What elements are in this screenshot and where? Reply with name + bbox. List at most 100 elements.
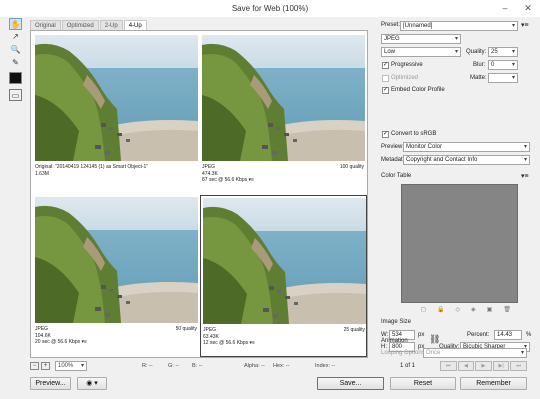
preview-pane-optimized-1[interactable]: JPEG 474.3K 87 sec @ 56.6 Kbps ▾≡ 100 quali… [200, 33, 367, 195]
download-time-text: 12 sec @ 56.6 Kbps [203, 340, 249, 346]
minimize-icon[interactable]: – [499, 3, 511, 13]
play-icon[interactable]: ▶ [475, 361, 492, 371]
preview-download-time: 20 sec @ 56.6 Kbps ▾≡ [35, 339, 198, 346]
new-color-icon[interactable]: ▣ [487, 306, 493, 314]
preview-pane-optimized-2[interactable]: JPEG 104.6K 20 sec @ 56.6 Kbps ▾≡ 50 qualit… [33, 195, 200, 357]
tab-original[interactable]: Original [30, 20, 61, 30]
preview-quality: 50 quality [175, 326, 197, 332]
eyedropper-icon[interactable]: ✎ [9, 57, 22, 69]
matte-select[interactable] [488, 73, 518, 83]
red-readout: R: -- [142, 363, 153, 369]
preview-download-time: 87 sec @ 56.6 Kbps ▾≡ [202, 177, 365, 184]
tab-2up[interactable]: 2-Up [99, 20, 123, 30]
preview-canvas: Original: "20140419 124145 (1) as Smart … [30, 30, 368, 358]
prev-frame-icon[interactable]: ◀ [457, 361, 475, 371]
preview-image [35, 35, 198, 161]
percent-unit: % [526, 332, 532, 338]
view-tabs: Original Optimized 2-Up 4-Up [30, 20, 148, 30]
browser-select-button[interactable]: ◉ ▾ [77, 377, 107, 390]
optimized-checkbox[interactable] [382, 75, 389, 82]
download-menu-icon[interactable]: ▾≡ [80, 339, 86, 345]
window-title: Save for Web (100%) [0, 0, 540, 17]
zoom-in-button[interactable]: + [41, 362, 50, 370]
width-unit: px [418, 332, 425, 338]
preview-quality: 100 quality [339, 164, 364, 170]
download-time-text: 20 sec @ 56.6 Kbps [35, 339, 81, 345]
format-select[interactable]: JPEG [381, 34, 461, 44]
download-menu-icon[interactable]: ▾≡ [248, 340, 254, 346]
blur-label: Blur: [473, 62, 486, 68]
preset-label: Preset: [381, 22, 401, 28]
lock-color-icon[interactable]: 🔒 [437, 306, 444, 314]
preview-select[interactable]: Monitor Color [403, 142, 530, 152]
save-button[interactable]: Save... [317, 377, 384, 390]
status-bar: − + 100% R: -- G: -- B: -- Alpha: -- Hex… [30, 360, 368, 374]
browser-icon: ◉ ▾ [86, 380, 98, 387]
embed-profile-checkbox[interactable]: ✓ [382, 87, 389, 94]
quality-input[interactable]: 25 [488, 47, 518, 57]
zoom-level-select[interactable]: 100% [55, 361, 87, 371]
color-table-toolbar: ◻ 🔒 ◇ ◈ ▣ 🗑 [421, 306, 511, 314]
preset-select[interactable]: [Unnamed] [400, 21, 518, 31]
preview-info: JPEG 474.3K 87 sec @ 56.6 Kbps ▾≡ 100 quali… [202, 164, 365, 184]
progressive-checkbox[interactable]: ✓ [382, 62, 389, 69]
color-table-label: Color Table [381, 173, 412, 179]
color-table[interactable] [401, 184, 518, 303]
preview-pane-original[interactable]: Original: "20140419 124145 (1) as Smart … [33, 33, 200, 195]
download-time-text: 87 sec @ 56.6 Kbps [202, 177, 248, 183]
eyedropper-color-icon[interactable] [9, 72, 22, 84]
preview-image [35, 197, 198, 323]
shift-web-icon[interactable]: ◇ [455, 306, 460, 314]
hand-icon[interactable]: ✋ [9, 18, 22, 30]
reset-button[interactable]: Reset [390, 377, 456, 390]
preview-file-size: 1.63M [35, 170, 49, 177]
download-menu-icon[interactable]: ▾≡ [247, 177, 253, 183]
preview-info: JPEG 63.43K 12 sec @ 56.6 Kbps ▾≡ 25 qualit… [203, 327, 366, 347]
quality-level-select[interactable]: Low [381, 47, 461, 57]
zoom-icon[interactable]: 🔍 [9, 44, 22, 56]
tab-optimized[interactable]: Optimized [61, 20, 99, 30]
preview-image [203, 198, 366, 324]
preview-quality: 25 quality [343, 327, 365, 333]
looping-label: Looping Options: [381, 350, 427, 356]
blur-input[interactable]: 0 [488, 60, 518, 70]
percent-input[interactable]: 14.43 [494, 330, 522, 340]
embed-profile-label: Embed Color Profile [391, 87, 445, 93]
slice-select-icon[interactable]: ↗ [9, 31, 22, 43]
toggle-slices-icon[interactable]: ▭ [9, 89, 22, 101]
preview-button[interactable]: Preview... [30, 377, 71, 390]
convert-srgb-checkbox[interactable]: ✓ [382, 131, 389, 138]
close-icon[interactable]: ✕ [522, 3, 534, 13]
looping-select[interactable]: Once [423, 348, 527, 358]
animation-controls: ⏮ ◀ ▶ ▶| ⏭ [440, 361, 527, 371]
trash-icon[interactable]: 🗑 [503, 306, 511, 314]
add-color-icon[interactable]: ◈ [471, 306, 476, 314]
web-snap-icon[interactable]: ◻ [421, 306, 426, 314]
tab-4up[interactable]: 4-Up [123, 20, 147, 30]
optimize-settings-panel: Preset: [Unnamed] ▾≡ JPEG Low Quality: 2… [377, 18, 535, 363]
index-readout: Index: -- [315, 363, 336, 369]
preview-info: JPEG 104.6K 20 sec @ 56.6 Kbps ▾≡ 50 qualit… [35, 326, 198, 346]
alpha-readout: Alpha: -- [244, 363, 265, 369]
first-frame-icon[interactable]: ⏮ [440, 361, 457, 371]
color-table-menu-icon[interactable]: ▾≡ [521, 172, 529, 180]
tool-panel: ✋ ↗ 🔍 ✎ ▭ [7, 18, 23, 108]
preview-label: Preview: [381, 144, 405, 150]
zoom-out-button[interactable]: − [30, 362, 39, 370]
image-size-label: Image Size [381, 319, 412, 325]
blue-readout: B: -- [192, 363, 203, 369]
panel-menu-icon[interactable]: ▾≡ [521, 21, 529, 29]
metadata-select[interactable]: Copyright and Contact Info [403, 155, 530, 165]
percent-label: Percent: [467, 332, 490, 338]
optimized-label: Optimized [391, 75, 419, 81]
preview-info: Original: "20140419 124145 (1) as Smart … [35, 164, 198, 177]
frame-counter: 1 of 1 [400, 363, 416, 369]
hex-readout: Hex: -- [273, 363, 290, 369]
remember-button[interactable]: Remember [460, 377, 527, 390]
preview-pane-optimized-3[interactable]: JPEG 63.43K 12 sec @ 56.6 Kbps ▾≡ 25 qualit… [200, 195, 367, 357]
next-frame-icon[interactable]: ▶| [492, 361, 510, 371]
preview-download-time: 12 sec @ 56.6 Kbps ▾≡ [203, 340, 366, 347]
green-readout: G: -- [168, 363, 179, 369]
progressive-label: Progressive [391, 62, 423, 68]
last-frame-icon[interactable]: ⏭ [510, 361, 527, 371]
